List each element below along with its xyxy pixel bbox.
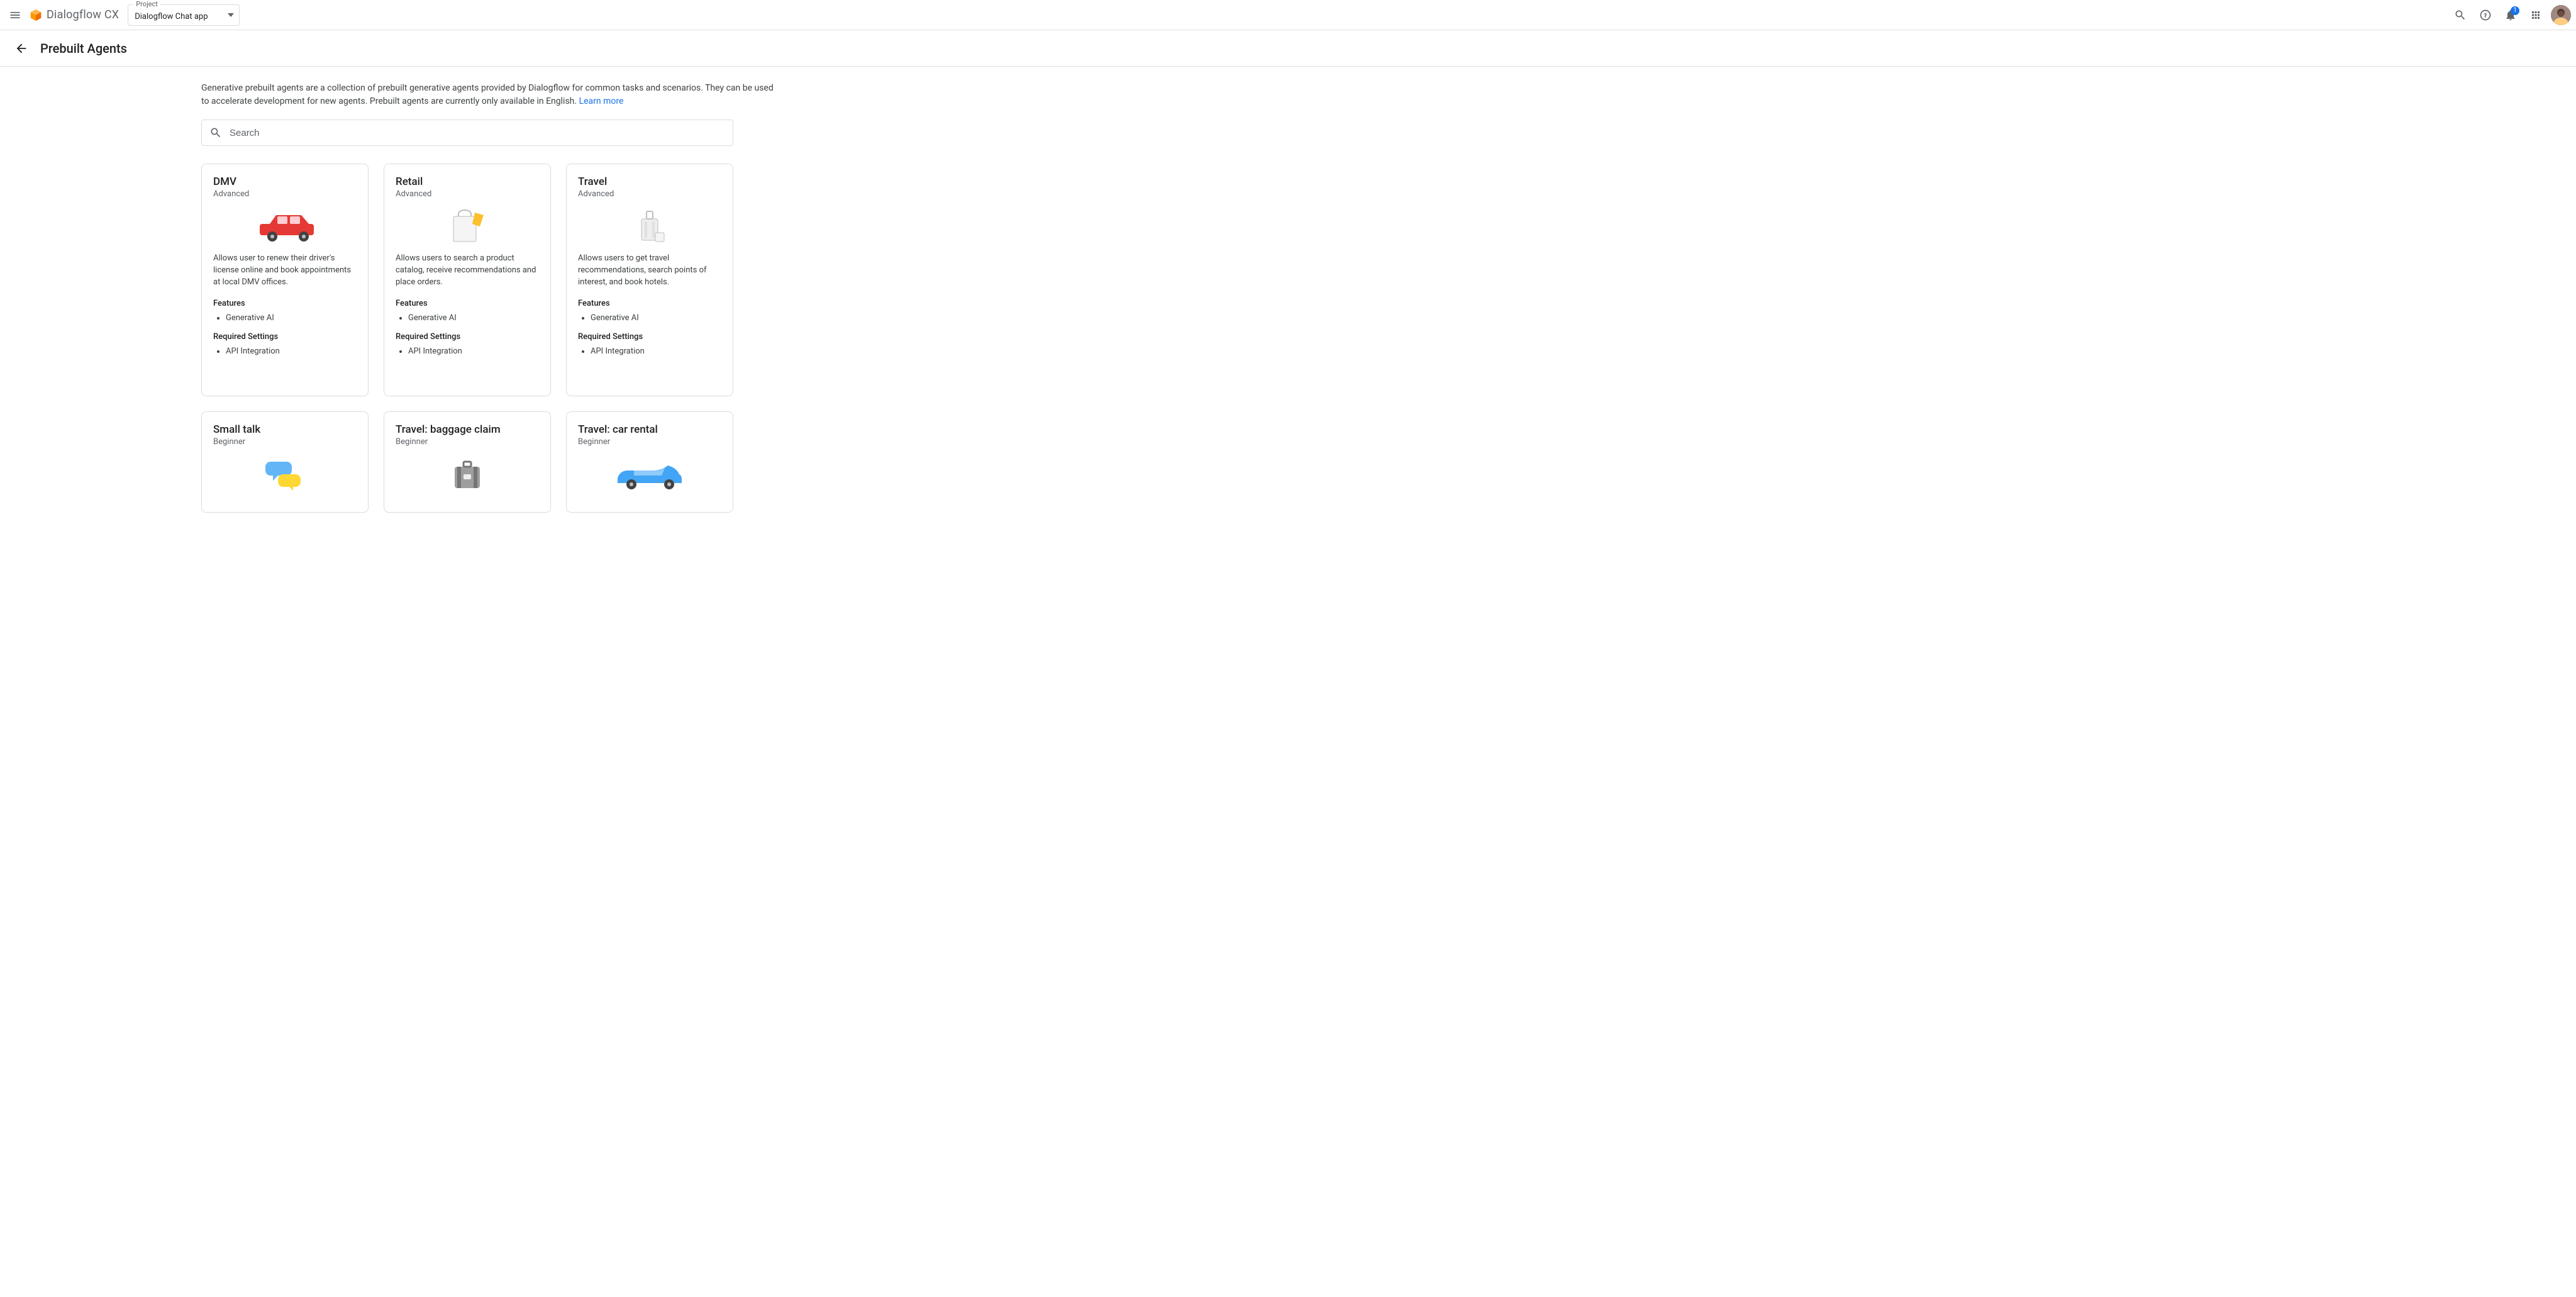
required-settings-list: API Integration (578, 345, 721, 359)
agent-card-title: Travel: baggage claim (396, 423, 539, 436)
agent-card-level: Advanced (578, 189, 721, 199)
required-settings-list: API Integration (213, 345, 357, 359)
features-label: Features (396, 299, 539, 308)
required-settings-label: Required Settings (396, 332, 539, 342)
search-icon (209, 126, 222, 139)
account-avatar[interactable] (2551, 5, 2571, 25)
agent-card-level: Beginner (396, 437, 539, 447)
agent-card[interactable]: Travel: baggage claimBeginner (384, 411, 551, 513)
search-input[interactable] (230, 128, 725, 138)
required-setting-item: API Integration (408, 345, 539, 359)
intro-text: Generative prebuilt agents are a collect… (201, 83, 774, 106)
agent-card[interactable]: TravelAdvanced Allows users to get trave… (566, 164, 733, 396)
car-blue-illustration (578, 454, 721, 492)
agent-card[interactable]: Travel: car rentalBeginner (566, 411, 733, 513)
agent-card-description: Allows users to get travel recommendatio… (578, 253, 721, 289)
subheader: Prebuilt Agents (0, 30, 2576, 67)
back-button[interactable] (13, 40, 30, 57)
features-list: Generative AI (578, 312, 721, 325)
feature-item: Generative AI (591, 312, 721, 325)
feature-item: Generative AI (408, 312, 539, 325)
arrow-left-icon (14, 42, 28, 55)
agent-card-title: Travel: car rental (578, 423, 721, 436)
features-label: Features (578, 299, 721, 308)
required-settings-label: Required Settings (578, 332, 721, 342)
agent-card[interactable]: RetailAdvanced Allows users to search a … (384, 164, 551, 396)
notifications-button[interactable]: 1 (2498, 3, 2523, 28)
avatar-icon (2551, 5, 2571, 25)
agent-card-level: Beginner (213, 437, 357, 447)
agent-card-level: Advanced (396, 189, 539, 199)
apps-grid-icon (2530, 9, 2541, 21)
features-label: Features (213, 299, 357, 308)
suitcase-illustration (396, 454, 539, 492)
agent-card-description: Allows user to renew their driver's lice… (213, 253, 357, 289)
product-name: Dialogflow CX (47, 8, 119, 21)
project-selector-label: Project (133, 0, 160, 8)
shopping-bag-illustration (396, 206, 539, 244)
agent-card-level: Beginner (578, 437, 721, 447)
chevron-down-icon (228, 13, 234, 17)
agent-card[interactable]: DMVAdvanced Allows user to renew their d… (201, 164, 369, 396)
car-red-illustration (213, 206, 357, 244)
search-icon (2454, 9, 2467, 21)
chat-bubbles-illustration (213, 454, 357, 492)
feature-item: Generative AI (226, 312, 357, 325)
dialogflow-logo-icon (29, 8, 43, 22)
project-selector[interactable]: Project Dialogflow Chat app (128, 4, 240, 26)
learn-more-link[interactable]: Learn more (579, 96, 624, 106)
features-list: Generative AI (396, 312, 539, 325)
menu-icon[interactable] (8, 8, 23, 23)
features-list: Generative AI (213, 312, 357, 325)
luggage-illustration (578, 206, 721, 244)
intro-paragraph: Generative prebuilt agents are a collect… (201, 82, 780, 108)
required-settings-label: Required Settings (213, 332, 357, 342)
agent-card-description: Allows users to search a product catalog… (396, 253, 539, 289)
required-setting-item: API Integration (591, 345, 721, 359)
agent-card-grid: DMVAdvanced Allows user to renew their d… (201, 164, 733, 513)
required-settings-list: API Integration (396, 345, 539, 359)
apps-button[interactable] (2523, 3, 2548, 28)
agent-card-level: Advanced (213, 189, 357, 199)
agent-card[interactable]: Small talkBeginner (201, 411, 369, 513)
help-button[interactable] (2473, 3, 2498, 28)
search-field-container[interactable] (201, 120, 733, 146)
appbar: Dialogflow CX Project Dialogflow Chat ap… (0, 0, 2576, 30)
notification-count-badge: 1 (2511, 6, 2519, 15)
main-content: Generative prebuilt agents are a collect… (189, 67, 943, 538)
search-button[interactable] (2448, 3, 2473, 28)
agent-card-title: Travel (578, 175, 721, 188)
page-title: Prebuilt Agents (40, 41, 127, 56)
help-icon (2479, 9, 2492, 21)
project-selector-value: Dialogflow Chat app (135, 12, 219, 21)
agent-card-title: DMV (213, 175, 357, 188)
agent-card-title: Small talk (213, 423, 357, 436)
required-setting-item: API Integration (226, 345, 357, 359)
product-logo[interactable]: Dialogflow CX (29, 8, 119, 22)
agent-card-title: Retail (396, 175, 539, 188)
